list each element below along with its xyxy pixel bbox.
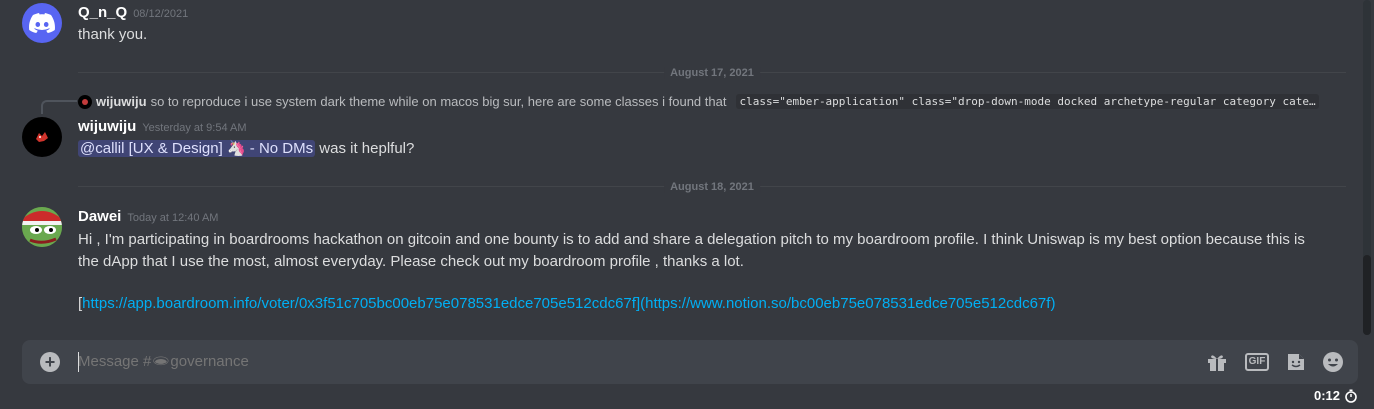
red-creature-icon xyxy=(36,132,48,142)
message-text: was it heplful? xyxy=(319,140,415,157)
author-name[interactable]: wijuwiju xyxy=(78,118,136,135)
message-content: the dApp that I use the most, almost eve… xyxy=(78,253,744,270)
user-mention[interactable]: @callil [UX & Design] 🦄 - No DMs xyxy=(78,140,316,157)
reply-text: so to reproduce i use system dark theme … xyxy=(150,94,727,109)
message-content: @callil [UX & Design] 🦄 - No DMs was it … xyxy=(78,138,414,160)
stopwatch-icon xyxy=(1345,389,1357,403)
reply-author[interactable]: wijuwiju xyxy=(96,94,147,109)
message-author[interactable]: wijuwiju Yesterday at 9:54 AM xyxy=(78,118,247,135)
text-caret xyxy=(78,352,79,372)
message-input[interactable] xyxy=(78,340,1078,384)
message-author[interactable]: Dawei Today at 12:40 AM xyxy=(78,208,218,225)
discord-logo-icon xyxy=(29,13,55,33)
date-divider-label: August 17, 2021 xyxy=(664,67,760,79)
emoji-icon[interactable] xyxy=(1320,350,1346,374)
message-content: thank you. xyxy=(78,26,148,43)
author-name[interactable]: Dawei xyxy=(78,208,121,225)
message-timestamp: Yesterday at 9:54 AM xyxy=(142,122,247,134)
avatar[interactable] xyxy=(22,207,62,247)
gift-icon[interactable] xyxy=(1205,350,1229,374)
date-divider: August 17, 2021 xyxy=(78,67,1346,79)
author-name[interactable]: Q_n_Q xyxy=(78,4,127,21)
reply-preview[interactable]: wijuwiju so to reproduce i use system da… xyxy=(78,94,1319,109)
red-creature-icon xyxy=(82,98,88,105)
bracket-text: ) xyxy=(1050,295,1056,312)
sticker-icon[interactable] xyxy=(1284,350,1308,374)
scrollbar-thumb[interactable] xyxy=(1363,255,1371,335)
avatar[interactable] xyxy=(22,3,62,43)
reply-code: class="ember-application" class="drop-do… xyxy=(736,94,1319,109)
add-icon[interactable]: + xyxy=(40,352,60,372)
boardroom-link[interactable]: https://app.boardroom.info/voter/0x3f51c… xyxy=(82,295,636,312)
message-composer: + GIF xyxy=(22,340,1358,384)
date-divider: August 18, 2021 xyxy=(78,181,1346,193)
recording-timer: 0:12 xyxy=(1314,388,1358,403)
date-divider-label: August 18, 2021 xyxy=(664,181,760,193)
gif-label: GIF xyxy=(1244,353,1270,371)
message-author[interactable]: Q_n_Q 08/12/2021 xyxy=(78,4,188,21)
reply-avatar xyxy=(78,94,92,109)
timer-text: 0:12 xyxy=(1313,388,1340,403)
gif-icon[interactable]: GIF xyxy=(1244,350,1270,374)
message-links: [https://app.boardroom.info/voter/0x3f51… xyxy=(78,293,1055,315)
avatar[interactable] xyxy=(22,117,62,157)
message-timestamp: 08/12/2021 xyxy=(133,8,189,20)
reply-connector xyxy=(41,100,77,114)
pepe-santa-hat-icon xyxy=(22,207,62,247)
message-content: Hi , I'm participating in boardrooms hac… xyxy=(78,231,1305,248)
notion-link[interactable]: https://www.notion.so/bc00eb75e078531edc… xyxy=(645,295,1050,312)
link-separator: ]( xyxy=(635,295,646,312)
message-timestamp: Today at 12:40 AM xyxy=(127,212,219,224)
